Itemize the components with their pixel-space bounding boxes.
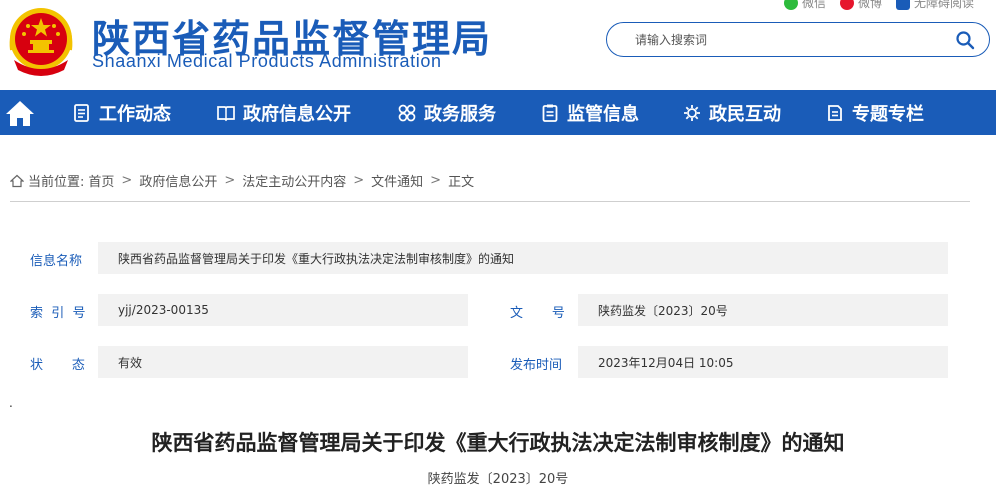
wechat-icon — [783, 0, 798, 10]
top-link-wechat[interactable]: 微信 — [783, 0, 826, 11]
nav-item-label: 政民互动 — [709, 103, 781, 125]
nav-item-label: 工作动态 — [99, 103, 171, 125]
info-index-value: yjj/2023-00135 — [98, 294, 468, 326]
weibo-icon — [839, 0, 854, 10]
breadcrumb-item-statutory[interactable]: 法定主动公开内容 — [242, 171, 346, 190]
stray-dot: . — [9, 396, 13, 410]
document-icon — [74, 103, 89, 122]
search-icon[interactable] — [955, 30, 975, 50]
accessibility-icon — [895, 0, 910, 10]
nav-item-special-topics[interactable]: 专题专栏 — [825, 90, 924, 135]
nav-item-gov-info[interactable]: 政府信息公开 — [216, 90, 351, 135]
top-link-accessibility[interactable]: 无障碍阅读 — [895, 0, 974, 11]
breadcrumb-item-gov-info[interactable]: 政府信息公开 — [139, 171, 217, 190]
info-date-value: 2023年12月04日 10:05 — [578, 346, 948, 378]
nav-item-label: 监管信息 — [567, 103, 639, 125]
breadcrumb-separator: > — [121, 173, 133, 188]
interaction-icon — [684, 104, 700, 121]
site-header: 陕西省药品监督管理局 Shaanxi Medical Products Admi… — [0, 0, 996, 90]
breadcrumb-separator: > — [224, 173, 236, 188]
info-status-value: 有效 — [98, 346, 468, 378]
info-status-label: 状 态 — [30, 358, 85, 373]
article-title: 陕西省药品监督管理局关于印发《重大行政执法决定法制审核制度》的通知 — [151, 431, 845, 455]
clipboard-icon — [542, 104, 558, 122]
breadcrumb-separator: > — [353, 173, 365, 188]
nav-item-public-interaction[interactable]: 政民互动 — [682, 90, 781, 135]
site-subtitle: Shaanxi Medical Products Administration — [92, 51, 442, 71]
breadcrumb-prefix: 当前位置: — [28, 175, 85, 190]
home-icon[interactable] — [4, 98, 36, 128]
search-box — [606, 22, 990, 57]
search-input[interactable] — [635, 30, 935, 50]
top-link-label: 无障碍阅读 — [913, 0, 974, 10]
national-emblem-icon[interactable] — [6, 4, 76, 78]
nav-item-label: 政府信息公开 — [243, 103, 351, 125]
breadcrumb-divider — [10, 201, 970, 202]
breadcrumb-separator: > — [430, 173, 442, 188]
info-doc-label: 文 号 — [510, 306, 565, 321]
breadcrumb-item-notices[interactable]: 文件通知 — [371, 171, 423, 190]
breadcrumb-item-home[interactable]: 首页 — [88, 171, 114, 190]
info-name-label: 信息名称 — [30, 254, 83, 269]
nav-item-label: 政务服务 — [424, 103, 496, 125]
book-icon — [217, 105, 235, 121]
nav-item-gov-services[interactable]: 政务服务 — [397, 90, 496, 135]
nav-item-work-news[interactable]: 工作动态 — [72, 90, 171, 135]
info-date-label: 发布时间 — [510, 358, 563, 373]
info-name-value: 陕西省药品监督管理局关于印发《重大行政执法决定法制审核制度》的通知 — [98, 242, 948, 274]
breadcrumb: 当前位置: 首页 > 政府信息公开 > 法定主动公开内容 > 文件通知 > 正文 — [10, 171, 474, 190]
home-small-icon — [10, 174, 24, 187]
breadcrumb-item-current: 正文 — [448, 175, 475, 190]
top-link-label: 微信 — [801, 0, 826, 10]
article-doc-number: 陕药监发〔2023〕20号 — [427, 472, 569, 487]
main-nav: 工作动态 政府信息公开 政务服务 监管信息 政民互动 专题专栏 — [0, 90, 996, 135]
top-links: 微信 微博 无障碍阅读 — [783, 0, 974, 11]
folder-icon — [828, 104, 842, 121]
grid-icon — [398, 104, 416, 121]
info-index-label: 索 引 号 — [30, 306, 86, 321]
top-link-label: 微博 — [857, 0, 882, 10]
nav-item-label: 专题专栏 — [852, 103, 924, 125]
info-doc-value: 陕药监发〔2023〕20号 — [578, 294, 948, 326]
top-link-weibo[interactable]: 微博 — [839, 0, 882, 11]
nav-item-regulatory-info[interactable]: 监管信息 — [540, 90, 639, 135]
